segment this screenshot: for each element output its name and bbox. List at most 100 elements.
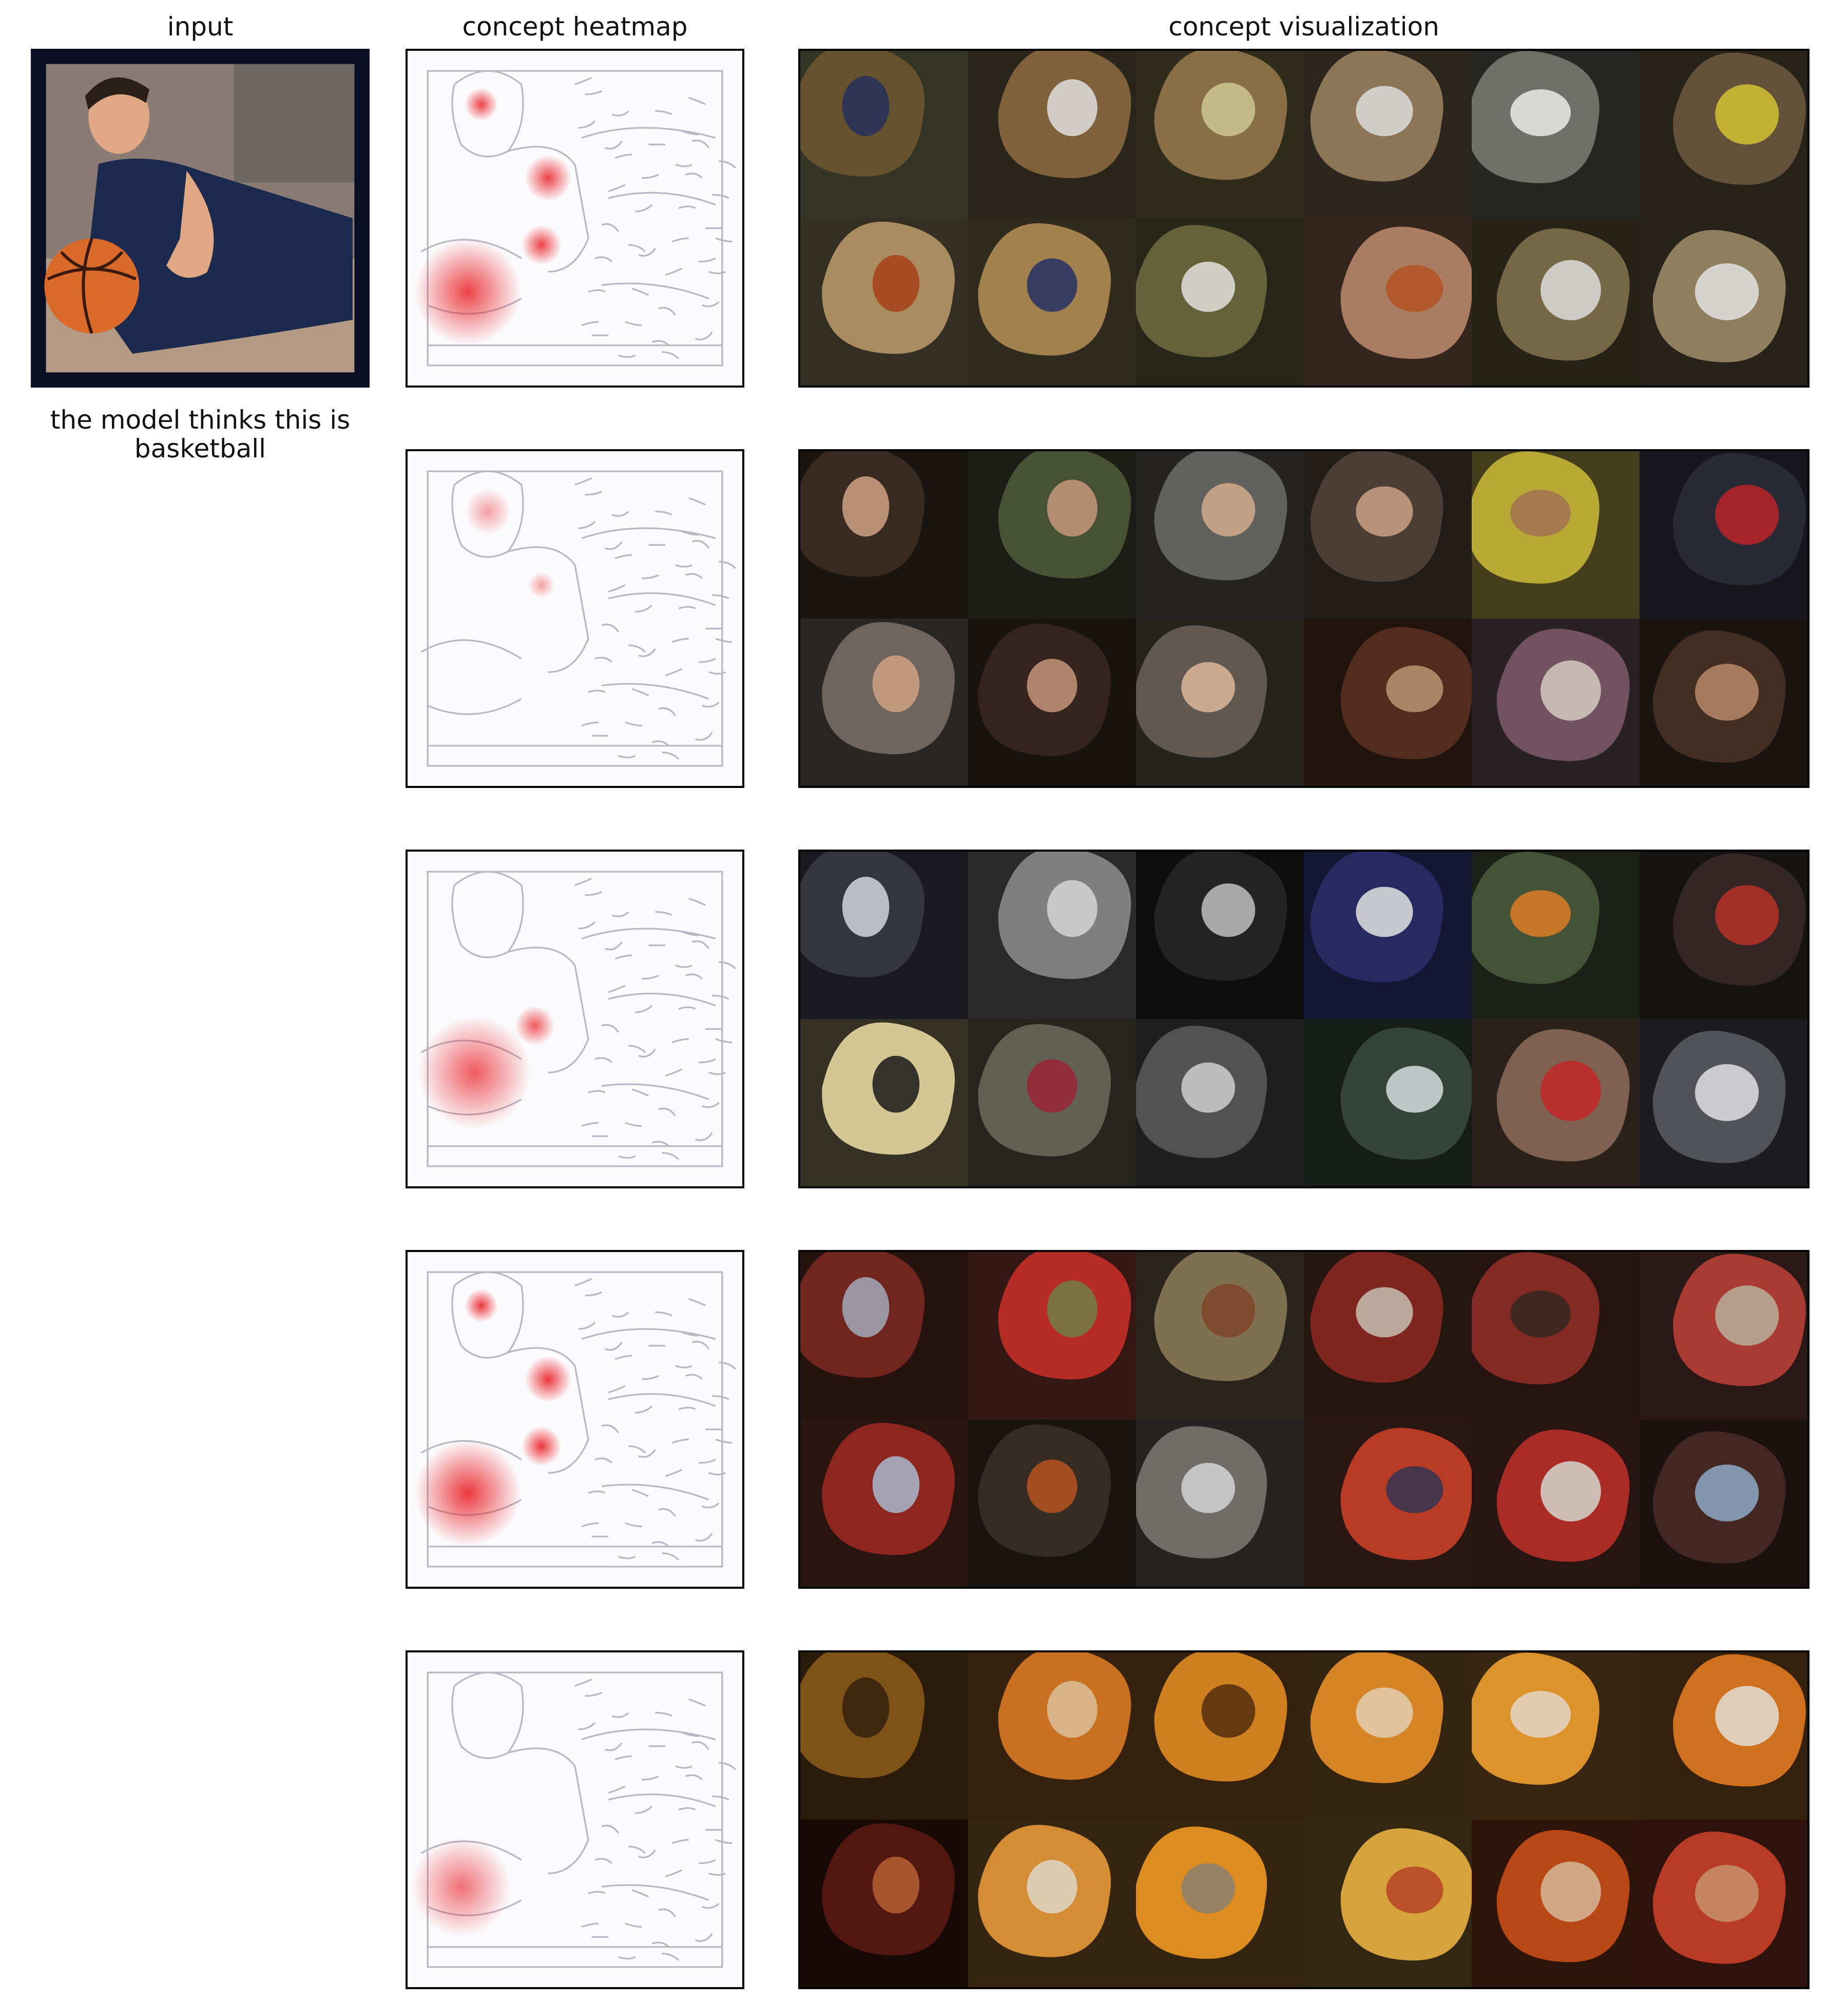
example-photo	[1304, 51, 1472, 218]
example-photo	[800, 51, 968, 218]
heat-blob	[528, 571, 555, 599]
example-photo	[1136, 1820, 1304, 1987]
example-photo	[1472, 1252, 1640, 1419]
example-photo	[1136, 1252, 1304, 1419]
concept-example-tile	[968, 852, 1136, 1019]
example-photo	[968, 218, 1136, 386]
concept-example-tile	[1304, 1019, 1472, 1186]
example-photo	[1136, 1019, 1304, 1186]
concept-example-tile	[1472, 51, 1640, 218]
concept-example-tile	[1640, 1019, 1807, 1186]
concept-example-tile	[1304, 1419, 1472, 1587]
input-column-title: input	[167, 12, 234, 42]
concept-example-tile	[800, 852, 968, 1019]
heat-blob	[417, 1015, 532, 1130]
concept-example-tile	[1304, 451, 1472, 619]
concept-heatmap	[406, 449, 744, 788]
input-photo	[31, 49, 370, 388]
concept-example-tile	[968, 218, 1136, 386]
concept-example-tile	[1136, 1019, 1304, 1186]
figure: input concept heatmap concept visualizat…	[0, 0, 1848, 2002]
concept-example-tile	[1640, 1419, 1807, 1587]
example-photo	[1304, 1252, 1472, 1419]
concept-example-tile	[1136, 1252, 1304, 1419]
concept-example-tile	[1304, 1252, 1472, 1419]
heatmap-column-title: concept heatmap	[462, 12, 688, 42]
concept-example-tile	[1472, 451, 1640, 619]
concept-example-tile	[1472, 1652, 1640, 1820]
concept-example-tile	[1640, 1652, 1807, 1820]
example-photo	[1640, 218, 1807, 386]
example-photo	[1136, 1652, 1304, 1820]
heat-blob	[411, 1836, 512, 1937]
concept-example-tile	[968, 51, 1136, 218]
example-photo	[968, 1019, 1136, 1186]
example-photo	[1304, 1652, 1472, 1820]
example-photo	[800, 1419, 968, 1587]
concept-visualization-grid	[798, 850, 1810, 1188]
heat-blob	[414, 238, 522, 345]
heatmap-image	[420, 470, 737, 767]
example-photo	[800, 451, 968, 619]
concept-example-tile	[1304, 218, 1472, 386]
visualization-column-title: concept visualization	[1168, 12, 1439, 42]
concept-example-tile	[1136, 218, 1304, 386]
concept-example-tile	[800, 51, 968, 218]
example-photo	[1304, 218, 1472, 386]
concept-visualization-grid	[798, 49, 1810, 388]
concept-example-tile	[800, 1820, 968, 1987]
example-photo	[968, 51, 1136, 218]
concept-example-tile	[1304, 852, 1472, 1019]
example-photo	[800, 1252, 968, 1419]
concept-example-tile	[968, 1652, 1136, 1820]
concept-example-tile	[968, 619, 1136, 786]
concept-example-tile	[1640, 1252, 1807, 1419]
concept-example-tile	[1472, 1252, 1640, 1419]
example-photo	[1472, 51, 1640, 218]
concept-example-tile	[1472, 619, 1640, 786]
input-image	[31, 49, 370, 388]
concept-example-tile	[1472, 852, 1640, 1019]
example-photo	[1472, 1820, 1640, 1987]
heat-blob	[464, 87, 498, 121]
example-photo	[1640, 51, 1807, 218]
concept-heatmap	[406, 850, 744, 1188]
example-photo	[800, 1019, 968, 1186]
concept-example-tile	[1472, 218, 1640, 386]
concept-example-tile	[1136, 852, 1304, 1019]
heat-blob	[521, 225, 562, 265]
concept-example-tile	[1472, 1019, 1640, 1186]
example-photo	[968, 1252, 1136, 1419]
concept-example-tile	[1136, 1652, 1304, 1820]
example-photo	[1304, 852, 1472, 1019]
concept-example-tile	[800, 1652, 968, 1820]
example-photo	[968, 1419, 1136, 1587]
concept-example-tile	[1304, 51, 1472, 218]
concept-example-tile	[968, 451, 1136, 619]
concept-example-tile	[800, 218, 968, 386]
heatmap-image	[417, 871, 737, 1167]
concept-example-tile	[968, 1019, 1136, 1186]
concept-heatmap	[406, 49, 744, 388]
concept-example-tile	[1136, 451, 1304, 619]
concept-example-tile	[800, 451, 968, 619]
concept-example-tile	[968, 1820, 1136, 1987]
concept-example-tile	[1304, 1820, 1472, 1987]
concept-example-tile	[1640, 451, 1807, 619]
example-photo	[1640, 451, 1807, 619]
concept-example-tile	[1640, 51, 1807, 218]
example-photo	[800, 1652, 968, 1820]
example-photo	[1472, 1019, 1640, 1186]
example-photo	[1136, 51, 1304, 218]
concept-heatmap	[406, 1250, 744, 1589]
example-photo	[1640, 1019, 1807, 1186]
heat-blob	[414, 1439, 522, 1547]
example-photo	[1304, 1419, 1472, 1587]
example-photo	[968, 619, 1136, 786]
example-photo	[800, 1820, 968, 1987]
example-photo	[1304, 1820, 1472, 1987]
concept-example-tile	[1472, 1820, 1640, 1987]
example-photo	[1472, 619, 1640, 786]
concept-example-tile	[1136, 619, 1304, 786]
heat-blob	[464, 1288, 498, 1322]
